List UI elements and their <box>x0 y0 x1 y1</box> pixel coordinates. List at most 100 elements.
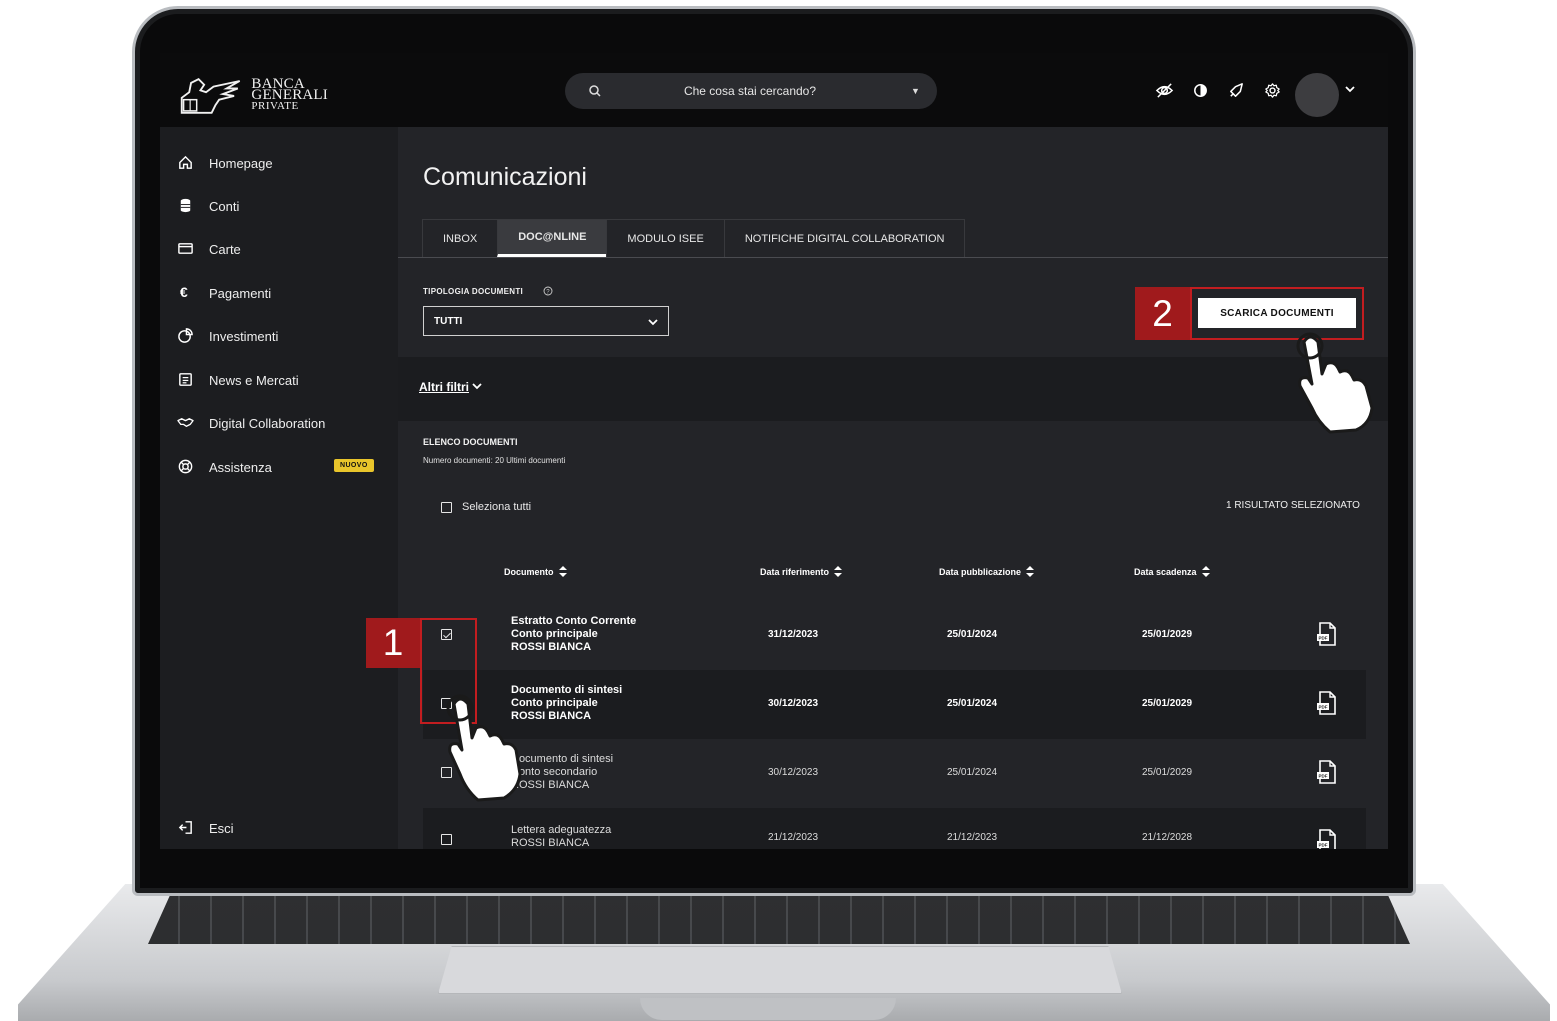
tab-modulo-isee[interactable]: MODULO ISEE <box>606 219 725 257</box>
lifebuoy-icon <box>178 459 193 474</box>
pointer-hand-icon <box>1296 332 1374 434</box>
expiry-date: 25/01/2029 <box>1142 767 1193 778</box>
pdf-icon[interactable]: PDF <box>1316 621 1338 647</box>
database-icon <box>180 198 191 213</box>
pdf-icon[interactable]: PDF <box>1316 828 1338 849</box>
publication-date: 21/12/2023 <box>947 832 998 843</box>
sort-icon <box>558 566 567 577</box>
column-header-label: Data scadenza <box>1134 566 1197 577</box>
contrast-icon[interactable] <box>1191 81 1210 100</box>
avatar[interactable] <box>1295 73 1339 117</box>
document-account: Conto principale <box>511 628 598 640</box>
handshake-icon <box>177 418 194 427</box>
sidebar-item-carte[interactable]: Carte <box>160 234 398 264</box>
select-all-label: Seleziona tutti <box>462 501 532 513</box>
reference-date: 30/12/2023 <box>768 698 819 709</box>
document-holder: ROSSI BIANCA <box>511 837 590 849</box>
new-badge: NUOVO <box>334 459 374 472</box>
search-bar[interactable]: ▼ <box>565 73 937 109</box>
header-icons <box>1155 81 1282 100</box>
publication-date: 25/01/2024 <box>947 629 998 640</box>
publication-date: 25/01/2024 <box>947 698 998 709</box>
table-row[interactable]: Lettera adeguatezza ROSSI BIANCA 21/12/2… <box>423 808 1366 849</box>
search-dropdown-icon[interactable]: ▼ <box>911 86 920 96</box>
document-title: Lettera adeguatezza <box>511 824 612 836</box>
tab-bar: INBOX DOC@NLINE MODULO ISEE NOTIFICHE DI… <box>422 219 966 257</box>
rocket-icon[interactable] <box>1227 81 1246 100</box>
expiry-date: 21/12/2028 <box>1142 832 1193 843</box>
document-name: Estratto Conto Corrente Conto principale… <box>511 615 636 654</box>
pie-chart-icon <box>178 328 193 343</box>
chevron-down-icon[interactable] <box>1344 83 1356 95</box>
laptop-mockup: BANCA GENERALI PRIVATE ▼ <box>0 0 1557 1021</box>
sort-icon <box>1201 566 1210 577</box>
reference-date: 31/12/2023 <box>768 629 819 640</box>
document-name: Lettera adeguatezza ROSSI BIANCA <box>511 824 611 849</box>
main-content: Comunicazioni INBOX DOC@NLINE MODULO ISE… <box>398 127 1388 849</box>
sidebar-item-label: Investimenti <box>209 329 279 344</box>
euro-icon: € <box>180 285 188 301</box>
page-title: Comunicazioni <box>423 163 587 191</box>
sidebar-item-digital-collaboration[interactable]: Digital Collaboration <box>160 408 398 438</box>
gear-icon[interactable] <box>1263 81 1282 100</box>
pdf-icon[interactable]: PDF <box>1316 759 1338 785</box>
tabs-divider <box>398 257 1388 258</box>
sidebar-item-label: Carte <box>209 242 241 257</box>
home-icon <box>179 155 192 169</box>
column-header-label: Documento <box>504 566 554 577</box>
sidebar-item-conti[interactable]: Conti <box>160 191 398 221</box>
laptop-keyboard <box>148 888 1410 944</box>
sidebar: Homepage Conti Carte € Pagamenti Investi… <box>160 127 398 849</box>
document-holder: ROSSI BIANCA <box>511 641 592 653</box>
column-header-label: Data pubblicazione <box>939 566 1022 577</box>
column-header-data-pubblicazione[interactable]: Data pubblicazione <box>939 565 1035 578</box>
logout-icon <box>178 821 192 834</box>
table-row[interactable]: Documento di sintesi Conto secondario RO… <box>423 739 1366 808</box>
sidebar-item-label: Conti <box>209 199 240 214</box>
search-input[interactable] <box>625 81 875 101</box>
top-bar: BANCA GENERALI PRIVATE ▼ <box>160 53 1388 127</box>
help-icon[interactable]: ? <box>543 286 553 296</box>
publication-date: 25/01/2024 <box>947 767 998 778</box>
document-title: Estratto Conto Corrente <box>511 615 637 627</box>
table-row[interactable]: Estratto Conto Corrente Conto principale… <box>423 601 1366 670</box>
logout-button[interactable]: Esci <box>160 813 398 843</box>
select-value: TUTTI <box>434 316 463 327</box>
table-row[interactable]: Documento di sintesi Conto principale RO… <box>423 670 1366 739</box>
brand-text: BANCA GENERALI PRIVATE <box>251 76 328 112</box>
sidebar-item-investimenti[interactable]: Investimenti <box>160 321 398 351</box>
reference-date: 30/12/2023 <box>768 767 819 778</box>
sidebar-item-label: Assistenza <box>209 460 272 475</box>
chevron-down-icon <box>472 383 482 390</box>
tab-notifiche[interactable]: NOTIFICHE DIGITAL COLLABORATION <box>723 219 966 257</box>
sidebar-item-label: Pagamenti <box>209 286 272 301</box>
tab-doconline[interactable]: DOC@NLINE <box>497 219 608 257</box>
sidebar-item-homepage[interactable]: Homepage <box>160 148 398 178</box>
sort-icon <box>834 566 843 577</box>
select-all-checkbox[interactable] <box>441 502 452 513</box>
tab-inbox[interactable]: INBOX <box>422 219 499 257</box>
selected-count: 1 RISULTATO SELEZIONATO <box>1226 500 1360 511</box>
column-header-data-scadenza[interactable]: Data scadenza <box>1134 565 1211 578</box>
svg-text:PDF: PDF <box>1319 843 1328 848</box>
more-filters-link[interactable]: Altri filtri <box>419 380 482 394</box>
column-header-data-riferimento[interactable]: Data riferimento <box>760 565 843 578</box>
sidebar-item-pagamenti[interactable]: € Pagamenti <box>160 278 398 308</box>
sort-icon <box>1026 566 1035 577</box>
brand-logo[interactable]: BANCA GENERALI PRIVATE <box>178 73 328 117</box>
expiry-date: 25/01/2029 <box>1142 629 1193 640</box>
step-2-badge: 2 <box>1135 287 1190 340</box>
sidebar-item-news[interactable]: News e Mercati <box>160 365 398 395</box>
pdf-icon[interactable]: PDF <box>1316 690 1338 716</box>
svg-text:PDF: PDF <box>1319 636 1328 641</box>
eye-off-icon[interactable] <box>1155 81 1174 100</box>
list-subtitle: Numero documenti: 20 Ultimi documenti <box>423 456 566 465</box>
card-icon <box>178 243 193 254</box>
svg-text:€: € <box>180 285 188 301</box>
document-type-select[interactable]: TUTTI <box>423 306 669 336</box>
row-checkbox[interactable] <box>441 834 452 845</box>
column-header-documento[interactable]: Documento <box>504 565 568 578</box>
sidebar-item-assistenza[interactable]: Assistenza NUOVO <box>160 452 398 482</box>
sidebar-item-label: News e Mercati <box>209 373 299 388</box>
reference-date: 21/12/2023 <box>768 832 819 843</box>
